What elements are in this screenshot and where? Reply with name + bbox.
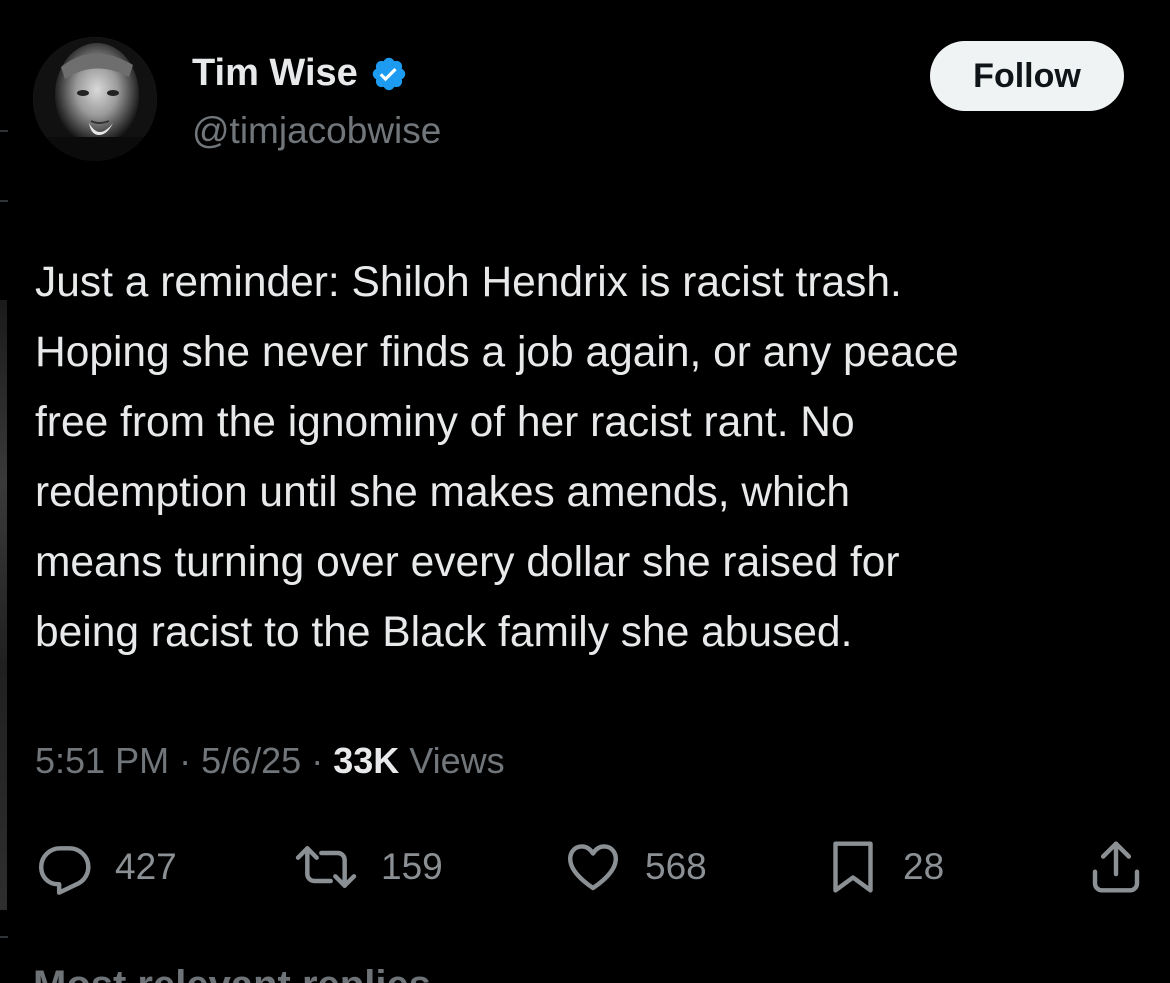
author-name-row: Tim Wise — [192, 52, 408, 95]
author-handle[interactable]: @timjacobwise — [192, 110, 441, 152]
tweet-meta: 5:51 PM · 5/6/25 · 33K Views — [35, 740, 505, 782]
meta-separator: · — [179, 740, 192, 781]
divider — [0, 936, 8, 938]
reply-button[interactable]: 427 — [37, 835, 177, 899]
avatar-image — [33, 37, 157, 161]
like-count: 568 — [645, 846, 707, 887]
tweet-time[interactable]: 5:51 PM — [35, 740, 169, 781]
tweet-detail-view: Tim Wise @timjacobwise Follow Just a rem… — [0, 0, 1170, 983]
replies-sort-label: Most relevant replies — [33, 963, 431, 983]
meta-separator: · — [311, 740, 324, 781]
bookmark-icon — [833, 841, 873, 893]
author-display-name[interactable]: Tim Wise — [192, 52, 358, 95]
tweet-date[interactable]: 5/6/25 — [201, 740, 301, 781]
reply-count: 427 — [115, 846, 177, 887]
bookmark-count: 28 — [903, 846, 945, 887]
views-label: Views — [409, 740, 505, 781]
avatar[interactable] — [33, 37, 157, 161]
share-button[interactable] — [1088, 835, 1144, 899]
background-timeline-edge — [0, 300, 7, 910]
tweet-text: Just a reminder: Shiloh Hendrix is racis… — [35, 259, 959, 656]
like-button[interactable]: 568 — [563, 835, 707, 899]
verified-badge-icon[interactable] — [370, 55, 408, 93]
tweet-action-bar: 427 159 568 28 — [0, 835, 1170, 905]
follow-button[interactable]: Follow — [930, 41, 1124, 111]
heart-icon — [568, 844, 618, 891]
bookmark-button[interactable]: 28 — [825, 835, 944, 899]
reply-icon — [38, 846, 91, 895]
repost-button[interactable]: 159 — [293, 835, 443, 899]
repost-icon — [295, 846, 357, 888]
share-icon — [1092, 841, 1140, 893]
edge-divider — [0, 130, 8, 132]
views-count: 33K — [333, 740, 400, 781]
repost-count: 159 — [381, 846, 443, 887]
edge-divider — [0, 200, 8, 202]
replies-sort-header[interactable]: Most relevant replies — [33, 963, 431, 983]
